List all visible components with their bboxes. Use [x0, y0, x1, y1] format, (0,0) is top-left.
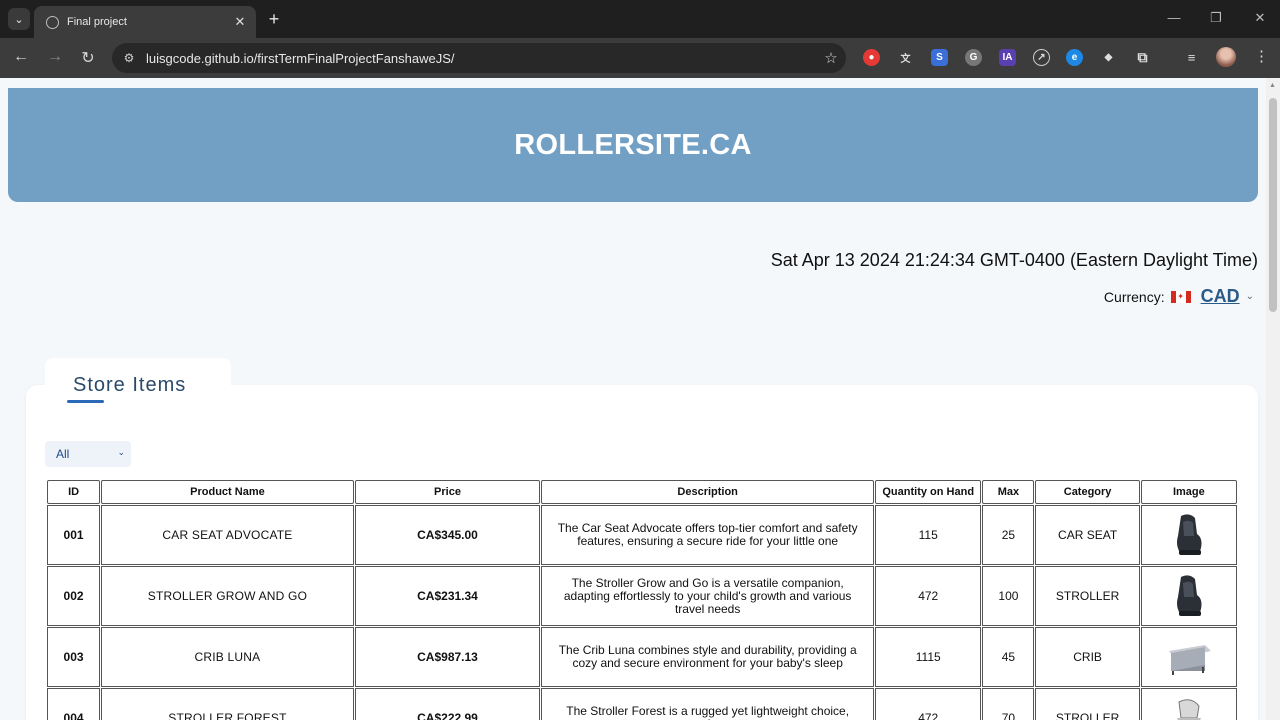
chevron-down-icon[interactable]: ⌄ [1246, 291, 1254, 302]
table-row: 004 STROLLER FOREST CA$222.99 The Stroll… [47, 688, 1237, 720]
product-price: CA$987.13 [354, 627, 541, 687]
scrollbar-thumb[interactable] [1269, 98, 1277, 312]
product-description: The Car Seat Advocate offers top-tier co… [541, 505, 875, 565]
tab-store-items[interactable]: Store Items [45, 358, 231, 410]
product-image-cell [1140, 627, 1237, 687]
stroller-icon [1161, 691, 1216, 720]
product-image-cell [1140, 688, 1237, 720]
extension-eye-icon[interactable]: ◆ [1100, 49, 1117, 66]
product-description: The Stroller Forest is a rugged yet ligh… [541, 688, 875, 720]
url-text[interactable]: luisgcode.github.io/firstTermFinalProjec… [146, 51, 816, 66]
max-quantity: 45 [982, 627, 1035, 687]
column-header-image: Image [1140, 480, 1237, 504]
new-tab-button[interactable]: + [264, 9, 284, 30]
store-items-table: ID Product Name Price Description Quanti… [46, 479, 1238, 720]
product-description: The Stroller Grow and Go is a versatile … [541, 566, 875, 626]
browser-menu-icon[interactable]: ⋮ [1254, 47, 1269, 65]
quantity-on-hand: 1115 [875, 627, 982, 687]
table-header-row: ID Product Name Price Description Quanti… [47, 480, 1237, 504]
extension-s-icon[interactable]: S [931, 49, 948, 66]
quantity-on-hand: 472 [875, 688, 982, 720]
extension-translate-icon[interactable]: 文 [897, 49, 914, 66]
active-tab-indicator [67, 400, 104, 403]
product-category: STROLLER [1035, 566, 1140, 626]
extension-ia-icon[interactable]: IA [999, 49, 1016, 66]
item-id: 001 [47, 505, 101, 565]
address-bar[interactable]: ⚙ luisgcode.github.io/firstTermFinalProj… [112, 43, 846, 73]
product-price: CA$231.34 [354, 566, 541, 626]
column-header-max: Max [982, 480, 1035, 504]
product-category: CRIB [1035, 627, 1140, 687]
product-name: CRIB LUNA [101, 627, 354, 687]
product-name: STROLLER FOREST [101, 688, 354, 720]
site-title: ROLLERSITE.CA [514, 128, 752, 161]
product-name: STROLLER GROW AND GO [101, 566, 354, 626]
filter-value: All [56, 447, 70, 461]
quantity-on-hand: 472 [875, 566, 982, 626]
column-header-price: Price [354, 480, 541, 504]
close-tab-icon[interactable]: ✕ [230, 14, 250, 30]
item-id: 002 [47, 566, 101, 626]
canada-flag-icon: ✦ [1170, 290, 1191, 303]
extension-edge-icon[interactable]: e [1066, 49, 1083, 66]
tab-search-button[interactable]: ⌄ [8, 8, 30, 30]
column-header-id: ID [47, 480, 101, 504]
bookmark-star-icon[interactable]: ☆ [816, 49, 846, 67]
close-window-icon[interactable]: ✕ [1250, 10, 1270, 26]
table-row: 003 CRIB LUNA CA$987.13 The Crib Luna co… [47, 627, 1237, 687]
tab-title: Final project [67, 16, 127, 28]
restore-icon[interactable]: ❐ [1206, 10, 1226, 26]
max-quantity: 100 [982, 566, 1035, 626]
reload-icon[interactable]: ↻ [78, 48, 98, 68]
extensions-puzzle-icon[interactable]: ⧉ [1134, 49, 1151, 66]
product-price: CA$345.00 [354, 505, 541, 565]
back-icon[interactable]: ← [11, 48, 31, 66]
currency-selector[interactable]: Currency: ✦ CAD ⌄ [1104, 286, 1254, 307]
site-header: ROLLERSITE.CA [8, 88, 1258, 202]
category-filter-select[interactable]: All ⌄ [45, 441, 131, 467]
extension-compass-icon[interactable]: ↗ [1033, 49, 1050, 66]
max-quantity: 70 [982, 688, 1035, 720]
column-header-product-name: Product Name [101, 480, 354, 504]
browser-toolbar: ← → ↻ ⚙ luisgcode.github.io/firstTermFin… [0, 38, 1280, 78]
chevron-down-icon: ⌄ [117, 447, 125, 457]
page-scrollbar[interactable]: ▲ [1266, 78, 1280, 720]
column-header-quantity: Quantity on Hand [875, 480, 982, 504]
quantity-on-hand: 115 [875, 505, 982, 565]
current-datetime: Sat Apr 13 2024 21:24:34 GMT-0400 (Easte… [770, 250, 1258, 270]
profile-avatar[interactable] [1216, 47, 1236, 67]
column-header-description: Description [541, 480, 875, 504]
store-items-tab-label: Store Items [73, 374, 187, 396]
item-id: 003 [47, 627, 101, 687]
product-category: STROLLER [1035, 688, 1140, 720]
product-image-cell [1140, 505, 1237, 565]
forward-icon[interactable]: → [45, 48, 65, 66]
currency-code[interactable]: CAD [1201, 286, 1240, 307]
minimize-icon[interactable]: — [1164, 10, 1184, 25]
table-row: 001 CAR SEAT ADVOCATE CA$345.00 The Car … [47, 505, 1237, 565]
product-price: CA$222.99 [354, 688, 541, 720]
media-controls-icon[interactable]: ≡ [1183, 49, 1200, 66]
browser-tab[interactable]: Final project ✕ [34, 6, 256, 38]
column-header-category: Category [1035, 480, 1140, 504]
crib-icon [1161, 630, 1216, 684]
currency-label: Currency: [1103, 288, 1165, 305]
product-description: The Crib Luna combines style and durabil… [541, 627, 875, 687]
site-info-icon[interactable]: ⚙ [112, 51, 146, 65]
scroll-up-icon[interactable]: ▲ [1269, 82, 1276, 89]
item-id: 004 [47, 688, 101, 720]
globe-icon [46, 15, 59, 29]
car-seat-icon [1161, 569, 1216, 623]
max-quantity: 25 [982, 505, 1035, 565]
table-row: 002 STROLLER GROW AND GO CA$231.34 The S… [47, 566, 1237, 626]
product-category: CAR SEAT [1035, 505, 1140, 565]
extension-red-icon[interactable]: ● [863, 49, 880, 66]
product-name: CAR SEAT ADVOCATE [101, 505, 354, 565]
browser-tab-bar: ⌄ Final project ✕ + — ❐ ✕ [0, 0, 1280, 38]
car-seat-icon [1161, 508, 1216, 562]
page-viewport: ROLLERSITE.CA Sat Apr 13 2024 21:24:34 G… [0, 78, 1280, 720]
extension-grammar-icon[interactable]: G [965, 49, 982, 66]
product-image-cell [1140, 566, 1237, 626]
